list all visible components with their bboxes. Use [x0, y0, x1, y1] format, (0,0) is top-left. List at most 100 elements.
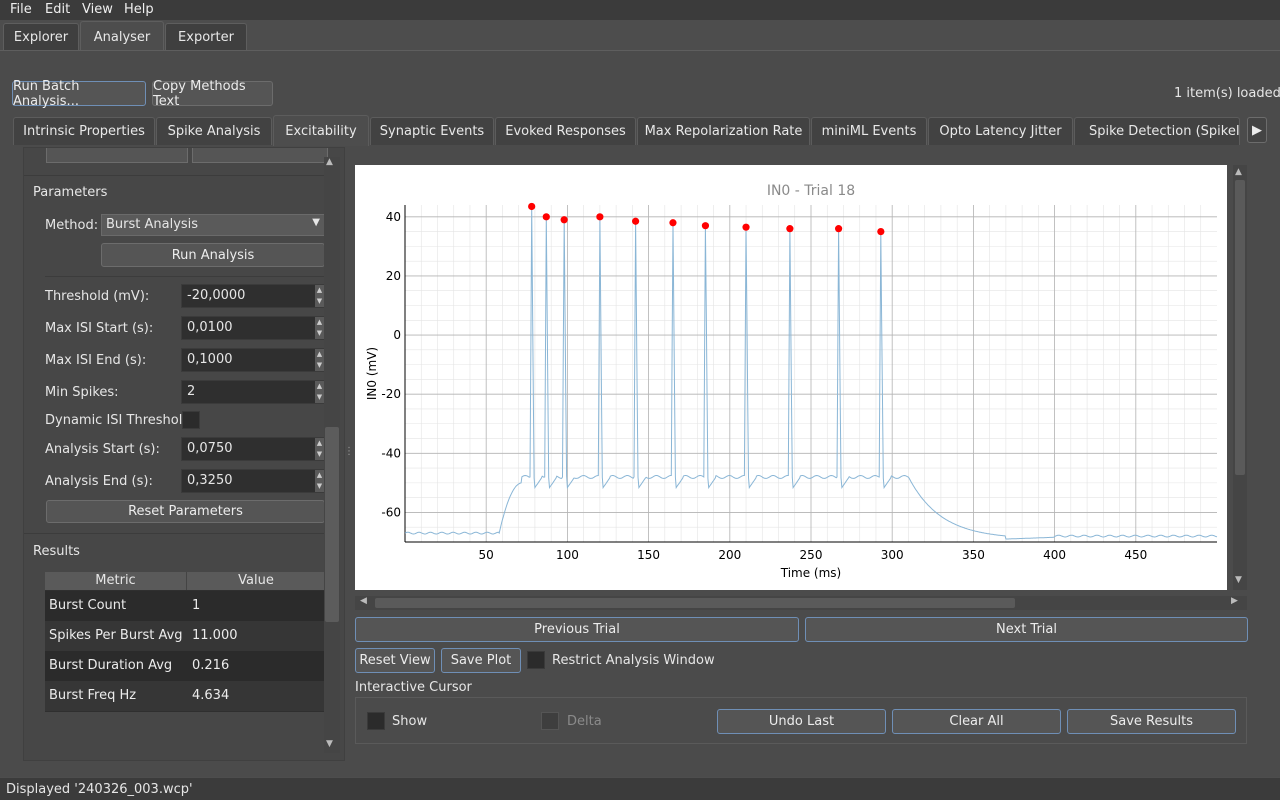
tab-exporter[interactable]: Exporter [165, 23, 247, 51]
spin-arrows-icon[interactable]: ▲ ▼ [315, 381, 324, 403]
previous-trial-button[interactable]: Previous Trial [355, 617, 799, 642]
menu-view[interactable]: View [82, 2, 113, 17]
analysis-end-spinbox[interactable]: 0,3250 ▲ ▼ [181, 469, 325, 493]
spike-peak-marker [542, 213, 550, 221]
table-header-metric[interactable]: Metric [45, 572, 187, 590]
spike-peak-marker [742, 223, 750, 231]
max-isi-end-spinbox[interactable]: 0,1000 ▲ ▼ [181, 348, 325, 372]
x-tick-label: 350 [962, 548, 985, 562]
min-spikes-spinbox[interactable]: 2 ▲ ▼ [181, 380, 325, 404]
chart-title: IN0 - Trial 18 [767, 183, 855, 199]
save-plot-button[interactable]: Save Plot [441, 648, 521, 673]
min-spikes-label: Min Spikes: [45, 385, 119, 400]
table-row[interactable]: Burst Freq Hz 4.634 [45, 681, 325, 711]
tab-scroll-right-icon[interactable]: ▶ [1247, 117, 1267, 143]
tab-spike-analysis[interactable]: Spike Analysis [156, 117, 272, 145]
menu-edit[interactable]: Edit [45, 2, 70, 17]
plot-horizontal-scrollbar[interactable]: ◀ ▶ [355, 596, 1247, 610]
max-isi-start-spinbox[interactable]: 0,0100 ▲ ▼ [181, 316, 325, 340]
analysis-start-label: Analysis Start (s): [45, 442, 160, 457]
scroll-left-icon[interactable]: ◀ [360, 596, 367, 606]
run-analysis-button[interactable]: Run Analysis [101, 243, 325, 267]
dynamic-isi-checkbox[interactable] [182, 411, 200, 429]
results-heading: Results [33, 544, 80, 559]
delta-checkbox[interactable] [541, 712, 559, 730]
divider [24, 175, 324, 176]
metric-cell: Spikes Per Burst Avg [49, 628, 183, 643]
tab-explorer[interactable]: Explorer [3, 23, 79, 51]
spike-peak-marker [877, 228, 885, 236]
scrollbar-thumb[interactable] [325, 427, 339, 622]
value-cell: 0.216 [192, 658, 230, 673]
spike-peak-marker [560, 216, 568, 224]
run-batch-analysis-button[interactable]: Run Batch Analysis... [12, 79, 146, 109]
spin-arrows-icon[interactable]: ▲ ▼ [315, 285, 324, 307]
save-results-button[interactable]: Save Results [1067, 709, 1236, 734]
y-tick-label: 0 [393, 328, 401, 342]
analysis-end-value: 0,3250 [187, 473, 233, 488]
show-cursor-checkbox[interactable] [367, 712, 385, 730]
chevron-down-icon: ▼ [312, 217, 320, 228]
metric-cell: Burst Duration Avg [49, 658, 173, 673]
spin-arrows-icon[interactable]: ▲ ▼ [315, 317, 324, 339]
x-tick-label: 450 [1124, 548, 1147, 562]
plot-vertical-scrollbar[interactable]: ▲ ▼ [1233, 165, 1247, 590]
tab-miniml-events[interactable]: miniML Events [811, 117, 927, 145]
splitter-handle[interactable]: ⋮ [344, 447, 354, 457]
restrict-window-checkbox[interactable] [527, 651, 545, 669]
reset-view-button[interactable]: Reset View [355, 648, 435, 673]
menu-file[interactable]: File [10, 2, 32, 17]
metric-cell: Burst Count [49, 598, 127, 613]
y-tick-label: -60 [381, 505, 401, 519]
clipped-button-left[interactable] [46, 148, 188, 163]
table-row[interactable]: Burst Count 1 [45, 591, 325, 621]
max-isi-end-label: Max ISI End (s): [45, 353, 147, 368]
scrollbar-thumb[interactable] [375, 598, 1015, 608]
scroll-up-icon[interactable]: ▲ [326, 157, 333, 167]
x-tick-label: 100 [556, 548, 579, 562]
interactive-cursor-heading: Interactive Cursor [355, 680, 472, 695]
table-row[interactable]: Spikes Per Burst Avg 11.000 [45, 621, 325, 651]
tab-excitability[interactable]: Excitability [273, 115, 369, 146]
scroll-right-icon[interactable]: ▶ [1231, 596, 1238, 606]
table-row[interactable]: Burst Duration Avg 0.216 [45, 651, 325, 681]
tab-max-repolarization-rate[interactable]: Max Repolarization Rate [637, 117, 810, 145]
reset-parameters-button[interactable]: Reset Parameters [46, 500, 325, 523]
restrict-window-label: Restrict Analysis Window [552, 653, 715, 668]
tab-analyser[interactable]: Analyser [80, 21, 164, 52]
table-header-value[interactable]: Value [187, 572, 325, 590]
spike-peak-marker [528, 202, 536, 211]
spin-arrows-icon[interactable]: ▲ ▼ [315, 349, 324, 371]
scrollbar-thumb[interactable] [1235, 180, 1245, 475]
analysis-start-spinbox[interactable]: 0,0750 ▲ ▼ [181, 437, 325, 461]
undo-last-button[interactable]: Undo Last [717, 709, 886, 734]
left-vertical-scrollbar[interactable]: ▲ ▼ [324, 157, 340, 753]
tab-evoked-responses[interactable]: Evoked Responses [495, 117, 636, 145]
threshold-label: Threshold (mV): [45, 289, 150, 304]
dynamic-isi-label: Dynamic ISI Threshold [45, 413, 191, 428]
voltage-trace-chart[interactable]: 50 100 150 200 250 300 350 400 45040200-20-40-60… [355, 165, 1227, 590]
menu-help[interactable]: Help [124, 2, 154, 17]
next-trial-button[interactable]: Next Trial [805, 617, 1248, 642]
max-isi-end-value: 0,1000 [187, 352, 233, 367]
y-tick-label: -40 [381, 446, 401, 460]
method-select[interactable]: Burst Analysis ▼ [101, 214, 325, 236]
spin-arrows-icon[interactable]: ▲ ▼ [315, 470, 324, 492]
spin-arrows-icon[interactable]: ▲ ▼ [315, 438, 324, 460]
copy-methods-text-button[interactable]: Copy Methods Text [152, 79, 273, 109]
tab-opto-latency-jitter[interactable]: Opto Latency Jitter [928, 117, 1073, 145]
divider [45, 276, 325, 277]
scroll-down-icon[interactable]: ▼ [326, 739, 333, 749]
plot-area[interactable]: 50 100 150 200 250 300 350 400 450 40 20 0 -20 -40 -60… [355, 165, 1227, 590]
threshold-spinbox[interactable]: -20,0000 ▲ ▼ [181, 284, 325, 308]
clear-all-button[interactable]: Clear All [892, 709, 1061, 734]
value-cell: 11.000 [192, 628, 238, 643]
scroll-up-icon[interactable]: ▲ [1235, 167, 1242, 177]
spike-peak-marker [701, 222, 710, 230]
scroll-down-icon[interactable]: ▼ [1235, 575, 1242, 585]
tab-intrinsic-properties[interactable]: Intrinsic Properties [13, 117, 155, 145]
tab-synaptic-events[interactable]: Synaptic Events [370, 117, 494, 145]
tab-spike-detection[interactable]: Spike Detection (SpikeInt [1074, 117, 1240, 145]
min-spikes-value: 2 [187, 384, 196, 399]
clipped-button-right[interactable] [192, 148, 328, 163]
